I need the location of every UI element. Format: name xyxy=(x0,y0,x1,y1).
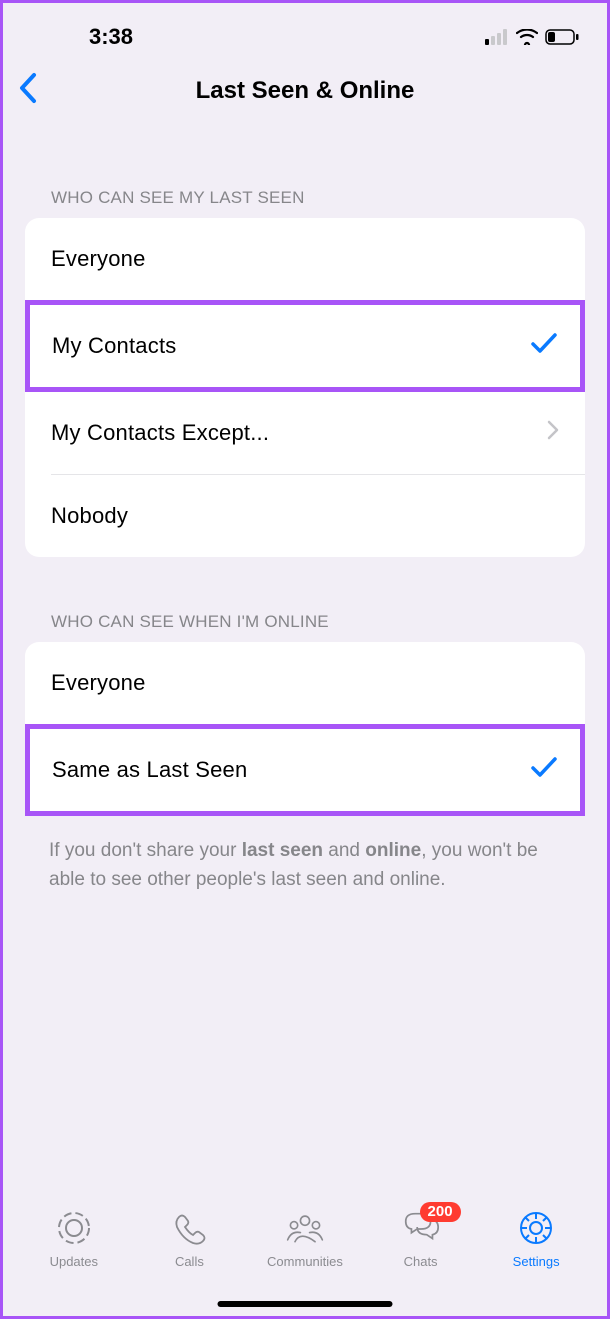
communities-icon xyxy=(284,1208,326,1248)
status-bar: 3:38 xyxy=(3,3,607,63)
checkmark-icon xyxy=(530,755,558,785)
footer-text-1: If you don't share your xyxy=(49,840,242,861)
phone-icon xyxy=(168,1208,210,1248)
option-my-contacts-except[interactable]: My Contacts Except... xyxy=(25,392,585,474)
home-indicator[interactable] xyxy=(218,1301,393,1307)
tab-label: Settings xyxy=(513,1254,560,1269)
option-everyone[interactable]: Everyone xyxy=(25,218,585,300)
footer-text-2: and xyxy=(323,840,365,861)
checkmark-icon xyxy=(530,331,558,361)
tab-label: Calls xyxy=(175,1254,204,1269)
tab-label: Chats xyxy=(404,1254,438,1269)
tab-label: Communities xyxy=(267,1254,343,1269)
chevron-right-icon xyxy=(547,420,559,446)
option-my-contacts[interactable]: My Contacts xyxy=(30,305,580,387)
footer-bold-1: last seen xyxy=(242,840,323,861)
tab-chats[interactable]: 200 Chats xyxy=(371,1208,471,1269)
tab-settings[interactable]: Settings xyxy=(486,1208,586,1269)
chevron-left-icon xyxy=(17,71,39,105)
option-label: Nobody xyxy=(51,503,128,529)
highlight-same-as-lastseen: Same as Last Seen xyxy=(25,724,585,816)
page-title: Last Seen & Online xyxy=(3,77,607,105)
back-button[interactable] xyxy=(17,71,39,110)
online-options: Everyone xyxy=(25,642,585,724)
tab-calls[interactable]: Calls xyxy=(139,1208,239,1269)
tab-communities[interactable]: Communities xyxy=(255,1208,355,1269)
tab-label: Updates xyxy=(50,1254,98,1269)
option-label: My Contacts xyxy=(52,333,176,359)
option-label: Everyone xyxy=(51,670,146,696)
footer-bold-2: online xyxy=(365,840,421,861)
nav-header: Last Seen & Online xyxy=(3,63,607,118)
status-time: 3:38 xyxy=(89,24,133,50)
battery-icon xyxy=(545,29,579,45)
status-indicators xyxy=(485,29,579,45)
tab-bar: Updates Calls Communities 200 Chats Sett… xyxy=(6,1196,604,1316)
cellular-icon xyxy=(485,29,509,45)
option-same-as-lastseen[interactable]: Same as Last Seen xyxy=(30,729,580,811)
option-label: Same as Last Seen xyxy=(52,757,247,783)
option-online-everyone[interactable]: Everyone xyxy=(25,642,585,724)
highlight-mycontacts: My Contacts xyxy=(25,300,585,392)
section-header-online: WHO CAN SEE WHEN I'M ONLINE xyxy=(3,612,607,642)
updates-icon xyxy=(53,1208,95,1248)
option-label: Everyone xyxy=(51,246,146,272)
tab-updates[interactable]: Updates xyxy=(24,1208,124,1269)
lastseen-options-cont: My Contacts Except... Nobody xyxy=(25,392,585,557)
footer-note: If you don't share your last seen and on… xyxy=(3,816,607,895)
option-nobody[interactable]: Nobody xyxy=(25,475,585,557)
lastseen-options: Everyone xyxy=(25,218,585,300)
section-header-lastseen: WHO CAN SEE MY LAST SEEN xyxy=(3,188,607,218)
wifi-icon xyxy=(516,29,538,45)
chats-badge: 200 xyxy=(420,1202,461,1222)
settings-icon xyxy=(515,1208,557,1248)
option-label: My Contacts Except... xyxy=(51,420,269,446)
